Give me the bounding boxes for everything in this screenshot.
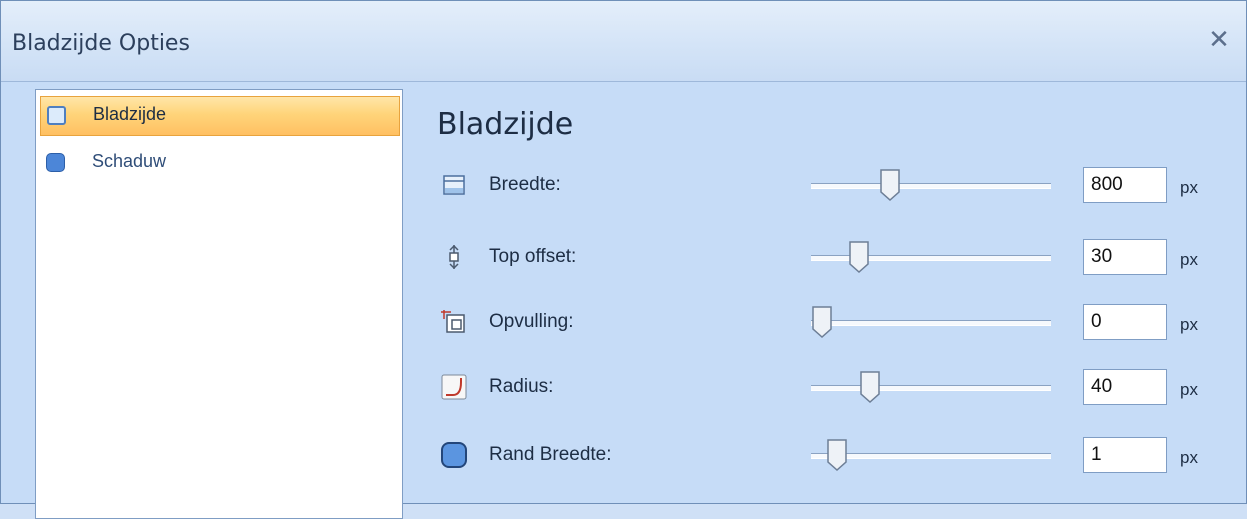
offset-icon	[449, 244, 459, 270]
setting-row-opvulling: Opvulling: 0 px	[435, 301, 1215, 345]
setting-label: Opvulling:	[489, 311, 574, 332]
setting-row-rand-breedte: Rand Breedte: 1 px	[435, 434, 1215, 478]
unit-label: px	[1180, 448, 1198, 467]
slider-track	[811, 385, 1051, 391]
top-offset-input[interactable]: 30	[1083, 239, 1167, 275]
sidebar-item-schaduw[interactable]: Schaduw	[40, 144, 400, 184]
setting-label: Top offset:	[489, 246, 577, 267]
radius-slider[interactable]	[811, 366, 1051, 410]
border-width-icon	[441, 442, 467, 468]
top-offset-slider[interactable]	[811, 236, 1051, 280]
setting-label: Rand Breedte:	[489, 444, 612, 465]
slider-track	[811, 320, 1051, 326]
setting-label: Breedte:	[489, 174, 561, 195]
page-icon	[47, 106, 66, 125]
shadow-icon	[46, 153, 65, 172]
sidebar-item-label: Schaduw	[92, 151, 167, 171]
breedte-input[interactable]: 800	[1083, 167, 1167, 203]
slider-thumb[interactable]	[879, 168, 901, 202]
slider-thumb[interactable]	[859, 370, 881, 404]
sidebar-item-bladzijde[interactable]: Bladzijde	[40, 96, 400, 136]
radius-input[interactable]: 40	[1083, 369, 1167, 405]
padding-icon	[441, 310, 465, 333]
slider-track	[811, 183, 1051, 189]
width-icon	[443, 175, 465, 195]
close-icon[interactable]: ✕	[1206, 27, 1232, 53]
unit-label: px	[1180, 380, 1198, 399]
sidebar-list: Bladzijde Schaduw	[35, 89, 403, 519]
opvulling-slider[interactable]	[811, 301, 1051, 345]
section-title: Bladzijde	[437, 107, 574, 142]
options-dialog: Bladzijde Opties ✕ Bladzijde Schaduw Bla…	[0, 0, 1247, 519]
setting-row-breedte: Breedte: 800 px	[435, 164, 1215, 208]
setting-row-radius: Radius: 40 px	[435, 366, 1215, 410]
slider-thumb[interactable]	[848, 240, 870, 274]
window-title: Bladzijde Opties	[12, 31, 190, 56]
setting-label: Radius:	[489, 376, 554, 397]
slider-thumb[interactable]	[826, 438, 848, 472]
title-bar: Bladzijde Opties ✕	[1, 1, 1246, 82]
opvulling-input[interactable]: 0	[1083, 304, 1167, 340]
radius-icon	[441, 374, 467, 400]
slider-thumb[interactable]	[811, 305, 833, 339]
setting-row-top-offset: Top offset: 30 px	[435, 236, 1215, 280]
unit-label: px	[1180, 250, 1198, 269]
sidebar-item-label: Bladzijde	[93, 104, 167, 124]
rand-breedte-slider[interactable]	[811, 434, 1051, 478]
breedte-slider[interactable]	[811, 164, 1051, 208]
rand-breedte-input[interactable]: 1	[1083, 437, 1167, 473]
slider-track	[811, 255, 1051, 261]
unit-label: px	[1180, 178, 1198, 197]
unit-label: px	[1180, 315, 1198, 334]
